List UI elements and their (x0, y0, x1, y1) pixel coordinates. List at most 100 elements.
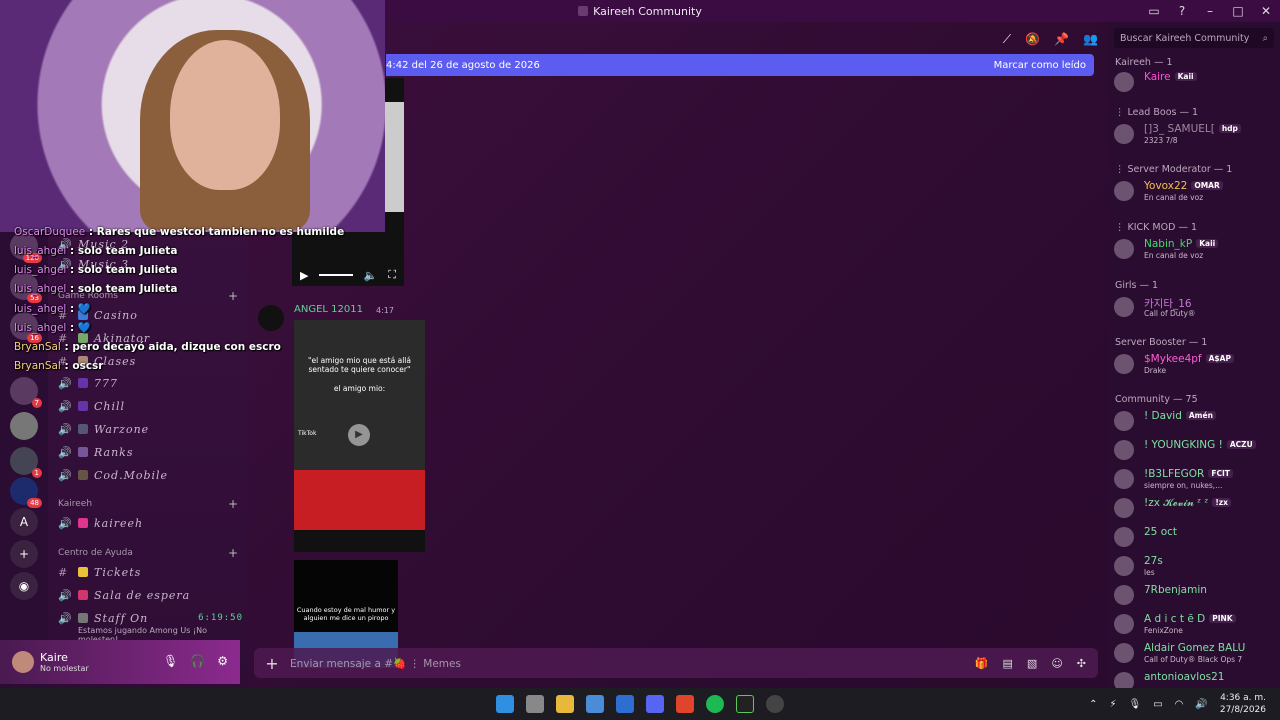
category-kaireeh[interactable]: Kaireeh + (58, 496, 238, 512)
member-group-title: Community — 75 (1115, 394, 1198, 405)
chat-text: : Rares que westcol tambien no es humild… (88, 226, 345, 238)
member-group-title: ⋮ KICK MOD — 1 (1115, 222, 1198, 233)
network-icon[interactable]: ⚡ (1109, 699, 1116, 710)
member-row[interactable]: 27s les (1114, 554, 1280, 580)
brave-icon[interactable] (676, 695, 694, 713)
channel-label: 777 (94, 376, 118, 390)
message-composer[interactable]: + Enviar mensaje a #🍓 ⋮ Memes 🎁 ▤ ▧ ☺ ✣ (254, 648, 1098, 678)
member-row[interactable]: ! YOUNGKING ! ACZU (1114, 438, 1280, 464)
voice-channel[interactable]: 🔊 Warzone (58, 419, 243, 439)
member-name-text: Yovox22 (1144, 180, 1188, 192)
server-icon[interactable] (10, 412, 38, 440)
members-icon[interactable]: 👥 (1083, 32, 1098, 47)
voice-channel[interactable]: 🔊 Ranks (58, 442, 243, 462)
display-icon[interactable]: ▭ (1153, 699, 1162, 710)
volume-icon[interactable]: 🔊 (1195, 699, 1207, 710)
member-name: !B3LFEGOR FCIT (1144, 468, 1233, 480)
member-row[interactable]: 7Rbenjamin (1114, 583, 1280, 609)
threads-icon[interactable]: ⟋ (1003, 32, 1011, 47)
play-icon[interactable]: ▶ (300, 269, 308, 282)
search-input[interactable]: Buscar Kaireeh Community ⌕ (1114, 28, 1274, 48)
mark-as-read-button[interactable]: Marcar como leído (994, 60, 1086, 71)
gif-icon[interactable]: ▤ (1003, 657, 1013, 670)
maximize-icon[interactable]: □ (1224, 4, 1252, 18)
voice-channel-staff-on[interactable]: 🔊 Staff On 6:19:50 (58, 608, 243, 628)
member-name: 27s (1144, 555, 1163, 567)
microphone-icon[interactable]: 🎙 (163, 654, 178, 668)
voice-channel[interactable]: 🔊 Chill (58, 396, 243, 416)
explore-icon[interactable]: ◉ (10, 572, 38, 600)
add-attachment-icon[interactable]: + (254, 654, 290, 673)
speaker-icon: 🔊 (58, 468, 73, 482)
member-row[interactable]: A d i c t ē D PINK FenixZone (1114, 612, 1280, 638)
terminal-icon[interactable] (736, 695, 754, 713)
spotify-icon[interactable] (706, 695, 724, 713)
member-row[interactable]: $Mykee4pf A$AP Drake (1114, 352, 1280, 378)
avatar[interactable] (258, 305, 284, 331)
apps-icon[interactable]: ✣ (1077, 657, 1086, 670)
chat-text: : solo team Julieta (70, 245, 178, 257)
avatar[interactable] (12, 651, 34, 673)
gift-icon[interactable]: 🎁 (975, 657, 989, 670)
sticker-icon[interactable]: ▧ (1027, 657, 1037, 670)
message-input[interactable]: Enviar mensaje a #🍓 ⋮ Memes (290, 657, 461, 670)
member-row[interactable]: !zx 𝓚𝓮𝓿𝓲𝓷 ᶻ ᶻ !zx (1114, 496, 1280, 522)
add-server-icon[interactable]: + (10, 540, 38, 568)
text-channel[interactable]: # Tickets (58, 562, 243, 582)
settings-icon[interactable] (766, 695, 784, 713)
member-row[interactable]: Yovox22 OMAR En canal de voz (1114, 179, 1280, 205)
gear-icon[interactable]: ⚙ (217, 654, 228, 668)
member-row[interactable]: !B3LFEGOR FCIT siempre on, nukes,... (1114, 467, 1280, 493)
start-icon[interactable] (496, 695, 514, 713)
add-channel-icon[interactable]: + (228, 497, 238, 511)
server-letter-icon[interactable]: A (10, 508, 38, 536)
close-icon[interactable]: ✕ (1252, 4, 1280, 18)
server-icon[interactable]: 7 (10, 377, 42, 408)
voice-channel[interactable]: 🔊 kaireeh (58, 513, 243, 533)
message-author[interactable]: ANGEL 12011 (294, 304, 363, 315)
voice-channel[interactable]: 🔊 Cod.Mobile (58, 465, 243, 485)
member-row[interactable]: ! David Amén (1114, 409, 1280, 435)
member-row[interactable]: 25 oct (1114, 525, 1280, 551)
inbox-icon[interactable]: ▭ (1140, 4, 1168, 18)
tiktok-logo: TikTok (298, 430, 317, 437)
progress-bar[interactable] (319, 274, 354, 276)
task-view-icon[interactable] (526, 695, 544, 713)
play-icon[interactable]: ▶ (348, 424, 370, 446)
video-attachment[interactable]: "el amigo mio que está allá sentado te q… (294, 320, 425, 552)
pin-icon[interactable]: 📌 (1054, 32, 1069, 47)
category-centro-de-ayuda[interactable]: Centro de Ayuda + (58, 545, 238, 561)
avatar (1114, 585, 1134, 605)
member-row[interactable]: Aldair Gomez BALU Call of Duty® Black Ops… (1114, 641, 1280, 667)
fullscreen-icon[interactable]: ⛶ (388, 268, 396, 282)
member-row[interactable]: []3_ SAMUEL[hdp 2323 7/8 (1114, 122, 1280, 148)
voice-channel[interactable]: 🔊 777 (58, 373, 243, 393)
clock[interactable]: 4:36 a. m. 27/8/2026 (1220, 692, 1266, 716)
new-messages-banner[interactable]: 4:42 del 26 de agosto de 2026 Marcar com… (386, 54, 1094, 76)
headphones-icon[interactable]: 🎧 (190, 654, 205, 668)
help-icon[interactable]: ? (1168, 4, 1196, 18)
avatar (1114, 411, 1134, 431)
server-icon[interactable]: 48 (10, 477, 42, 508)
add-channel-icon[interactable]: + (228, 546, 238, 560)
add-channel-icon[interactable]: + (228, 289, 238, 303)
server-icon[interactable]: 1 (10, 447, 42, 478)
wifi-icon[interactable]: ◠ (1175, 699, 1184, 710)
mic-icon[interactable]: 🎙 (1129, 699, 1142, 710)
user-name[interactable]: Kaire (40, 651, 89, 664)
member-row[interactable]: Kaire Kaii (1114, 70, 1280, 96)
member-name-text: !B3LFEGOR (1144, 468, 1205, 480)
volume-icon[interactable]: 🔈 (364, 269, 378, 282)
store-icon[interactable] (586, 695, 604, 713)
member-row[interactable]: 카지타_16 Call of Duty® (1114, 295, 1280, 321)
avatar (1114, 469, 1134, 489)
member-row[interactable]: Nabin_kP Kaii En canal de voz (1114, 237, 1280, 263)
edge-icon[interactable] (616, 695, 634, 713)
minimize-icon[interactable]: – (1196, 4, 1224, 18)
discord-icon[interactable] (646, 695, 664, 713)
chevron-up-icon[interactable]: ⌃ (1089, 699, 1097, 710)
file-explorer-icon[interactable] (556, 695, 574, 713)
mute-icon[interactable]: 🔕 (1025, 32, 1040, 47)
emoji-icon[interactable]: ☺ (1051, 657, 1062, 670)
voice-channel[interactable]: 🔊 Sala de espera (58, 585, 243, 605)
